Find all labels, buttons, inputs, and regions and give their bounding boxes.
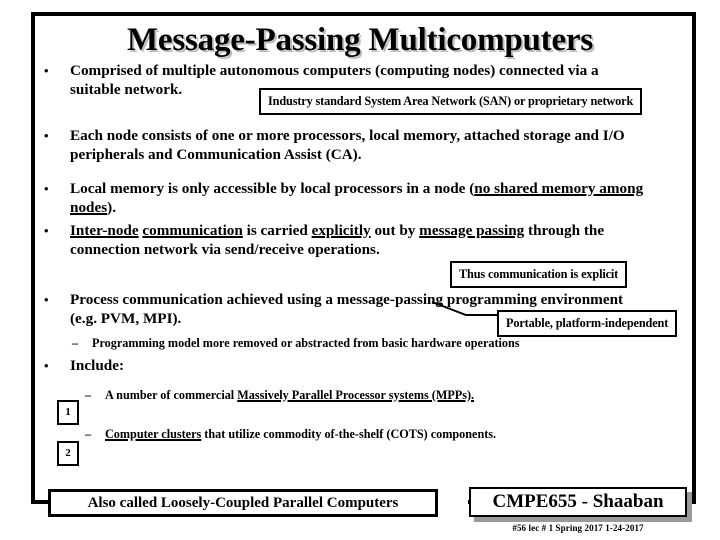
bullet-each-node: • Each node consists of one or more proc… bbox=[44, 127, 644, 164]
bullet-each-node-text: Each node consists of one or more proces… bbox=[70, 127, 625, 163]
slide-title: Message-Passing Multicomputers bbox=[126, 22, 594, 58]
subbullet-mpps: – A number of commercial Massively Paral… bbox=[85, 387, 645, 403]
callout-portable-platform-independent: Portable, platform-independent bbox=[497, 310, 678, 337]
marker-box-2: 2 bbox=[57, 441, 79, 466]
bullet-local-memory-text: Local memory is only accessible by local… bbox=[70, 180, 644, 216]
callout-san: Industry standard System Area Network (S… bbox=[259, 88, 643, 115]
bullet-inter-node-text: Inter-node communication is carried expl… bbox=[70, 222, 605, 258]
footer-meta-line: #56 lec # 1 Spring 2017 1-24-2017 bbox=[512, 523, 644, 533]
bullet-marker-icon: • bbox=[44, 63, 49, 78]
subbullet-dash-icon: – bbox=[85, 388, 92, 402]
bullet-include-text: Include: bbox=[70, 357, 125, 374]
bullet-local-memory: • Local memory is only accessible by loc… bbox=[44, 180, 644, 217]
subbullet-computer-clusters: – Computer clusters that utilize commodi… bbox=[85, 426, 645, 442]
subbullet-mpps-text: A number of commercial Massively Paralle… bbox=[105, 388, 475, 402]
footer-note-box: Also called Loosely-Coupled Parallel Com… bbox=[48, 489, 438, 517]
bullet-marker-icon: • bbox=[44, 223, 49, 238]
subbullet-computer-clusters-text: Computer clusters that utilize commodity… bbox=[105, 427, 497, 441]
callout-leader-line-icon bbox=[431, 301, 502, 316]
bullet-marker-icon: • bbox=[44, 358, 49, 373]
subbullet-dash-icon: – bbox=[85, 427, 92, 441]
subbullet-dash-icon: – bbox=[72, 336, 79, 350]
bullet-marker-icon: • bbox=[44, 292, 49, 307]
callout-thus-communication-explicit: Thus communication is explicit bbox=[450, 261, 628, 288]
bullet-inter-node: • Inter-node communication is carried ex… bbox=[44, 222, 644, 259]
bullet-marker-icon: • bbox=[44, 128, 49, 143]
subbullet-programming-model: – Programming model more removed or abst… bbox=[72, 335, 652, 351]
marker-box-1: 1 bbox=[57, 400, 79, 425]
subbullet-programming-model-text: Programming model more removed or abstra… bbox=[92, 336, 520, 350]
bullet-marker-icon: • bbox=[44, 181, 49, 196]
bullet-include: • Include: bbox=[44, 357, 644, 376]
footer-course-box: CMPE655 - Shaaban bbox=[469, 487, 687, 517]
